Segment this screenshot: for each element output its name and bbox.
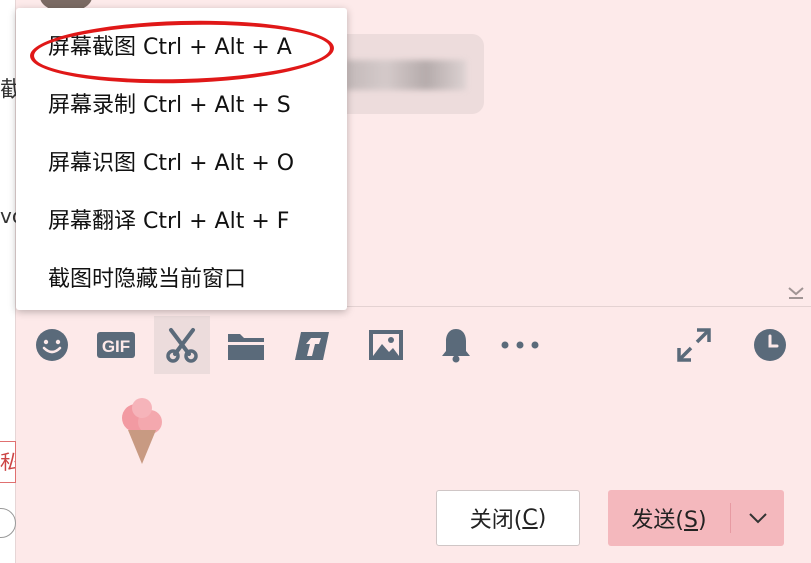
send-options-dropdown[interactable] [731,512,784,524]
image-icon [369,330,403,360]
reminder-button[interactable] [428,316,484,374]
more-button[interactable] [492,316,548,374]
close-button-label: 关闭( [469,508,523,533]
file-button[interactable] [218,316,274,374]
chevron-down-icon [748,513,767,524]
gif-icon: GIF [97,332,135,358]
doc-send-button[interactable] [284,316,340,374]
collapse-icon[interactable] [787,284,805,300]
expand-icon [677,328,711,362]
image-button[interactable] [358,316,414,374]
bell-icon [442,329,470,363]
ice-cream-decoration [122,398,162,464]
menu-item-screen-translate[interactable]: 屏幕翻译 Ctrl + Alt + F [16,190,347,248]
history-icon [754,329,786,361]
left-fragment-text: 私 [0,450,15,474]
screenshot-menu: 屏幕截图 Ctrl + Alt + A 屏幕录制 Ctrl + Alt + S … [16,8,347,310]
send-label-text: 发送( [631,508,685,533]
expand-button[interactable] [666,316,722,374]
folder-icon [228,334,264,360]
svg-text:GIF: GIF [102,337,130,356]
send-shortcut-key: S [684,508,698,533]
close-shortcut-key: C [522,505,538,531]
chat-toolbar: GIF [16,316,811,376]
emoji-icon [36,329,68,361]
menu-item-label: 屏幕识图 Ctrl + Alt + O [48,151,295,176]
blurred-text [346,60,466,90]
more-icon [501,341,539,349]
close-button[interactable]: 关闭(C) [436,490,580,546]
send-button-label: 发送(S) [608,502,730,534]
emoji-button[interactable] [24,316,80,374]
menu-item-label: 屏幕翻译 Ctrl + Alt + F [48,209,290,234]
menu-item-screen-ocr[interactable]: 屏幕识图 Ctrl + Alt + O [16,132,347,190]
screenshot-button[interactable] [154,316,210,374]
close-button-label-tail: ) [537,505,547,531]
send-label-tail: ) [697,508,707,533]
menu-item-label: 屏幕录制 Ctrl + Alt + S [48,93,291,118]
menu-item-hide-window[interactable]: 截图时隐藏当前窗口 [16,248,347,306]
history-button[interactable] [742,316,798,374]
gif-button[interactable]: GIF [88,316,144,374]
menu-item-label: 截图时隐藏当前窗口 [48,267,247,292]
left-fragment-box[interactable]: 私 [0,441,16,483]
send-button[interactable]: 发送(S) [608,490,784,546]
scissors-icon [166,328,198,363]
document-send-icon [295,332,329,360]
